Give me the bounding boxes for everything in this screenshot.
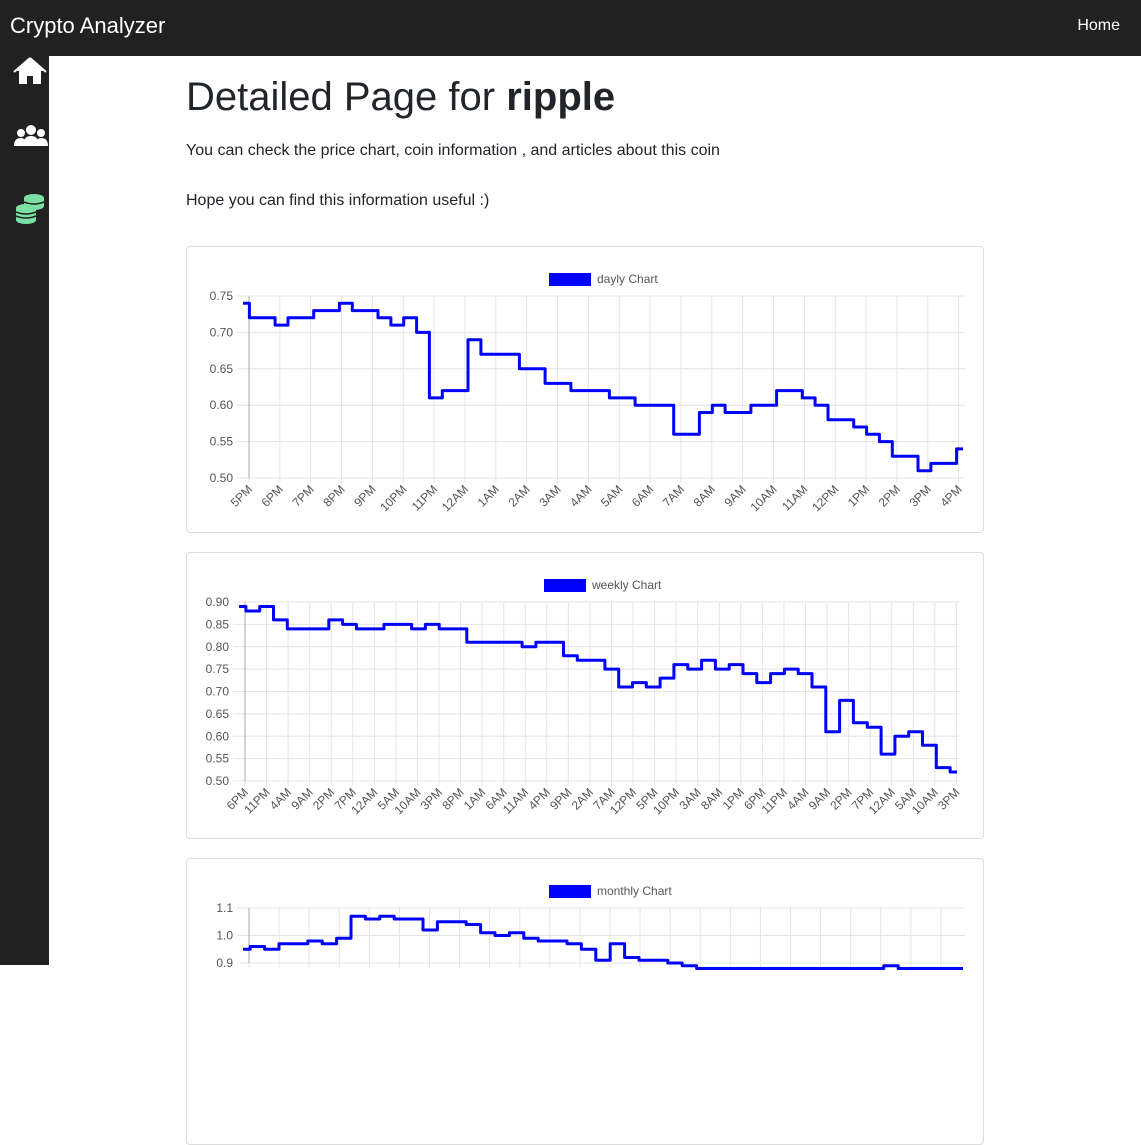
intro-text: You can check the price chart, coin info… xyxy=(186,142,720,159)
x-tick-label: 10PM xyxy=(377,482,409,514)
x-tick-label: 7PM xyxy=(289,482,316,509)
weekly-chart: weekly Chart 0.90 0.85 0.80 0.75 0.70 0.65 0.60… xyxy=(206,578,963,817)
y-tick-label: 0.85 xyxy=(206,617,230,631)
x-tick-label: 7AM xyxy=(660,482,687,509)
x-tick-label: 3PM xyxy=(907,482,934,509)
x-tick-label: 2PM xyxy=(876,482,903,509)
daily-chart-card: dayly Chart 0.75 0.70 0.65 0.60 0.55 0.50 5PM 6P… xyxy=(186,246,984,533)
y-tick-label: 0.90 xyxy=(206,595,230,609)
x-tick-label: 9PM xyxy=(351,482,378,509)
x-tick-label: 9AM xyxy=(721,482,748,509)
x-tick-label: 6AM xyxy=(629,482,656,509)
home-icon[interactable] xyxy=(13,56,49,88)
y-tick-label: 0.9 xyxy=(216,956,233,970)
y-tick-label: 0.75 xyxy=(210,289,234,303)
coins-icon[interactable] xyxy=(13,192,49,224)
x-tick-label: 8AM xyxy=(691,482,718,509)
x-tick-label: 2PM xyxy=(310,785,337,812)
legend-swatch[interactable] xyxy=(549,885,591,898)
x-tick-label: 4AM xyxy=(267,785,294,812)
legend-label[interactable]: monthly Chart xyxy=(597,884,672,898)
x-tick-label: 3PM xyxy=(418,785,445,812)
x-tick-label: 12PM xyxy=(809,482,841,514)
x-tick-label: 5AM xyxy=(598,482,625,509)
price-line-series[interactable] xyxy=(243,914,963,970)
brand-title[interactable]: Crypto Analyzer xyxy=(10,13,165,39)
legend-label[interactable]: weekly Chart xyxy=(591,578,662,592)
x-tick-label: 2AM xyxy=(569,785,596,812)
page-title: Detailed Page for ripple xyxy=(186,75,615,120)
x-tick-label: 1AM xyxy=(475,482,502,509)
daily-chart: dayly Chart 0.75 0.70 0.65 0.60 0.55 0.505PM 6P… xyxy=(210,272,965,514)
y-tick-label: 0.70 xyxy=(210,325,234,339)
price-line-series[interactable] xyxy=(239,605,957,774)
y-tick-label: 1.1 xyxy=(216,901,233,915)
x-tick-label: 3AM xyxy=(536,482,563,509)
y-tick-label: 0.50 xyxy=(210,471,234,485)
price-line-series[interactable] xyxy=(243,301,963,473)
x-tick-label: 9PM xyxy=(547,785,574,812)
y-tick-label: 0.70 xyxy=(206,685,230,699)
x-tick-label: 2AM xyxy=(505,482,532,509)
x-tick-label: 4PM xyxy=(937,482,964,509)
y-tick-label: 1.0 xyxy=(216,929,233,943)
x-tick-label: 3AM xyxy=(676,785,703,812)
x-tick-label: 2PM xyxy=(827,785,854,812)
coin-name: ripple xyxy=(506,75,616,119)
x-tick-label: 6PM xyxy=(259,482,286,509)
y-tick-label: 0.75 xyxy=(206,662,230,676)
x-tick-label: 1AM xyxy=(461,785,488,812)
x-tick-label: 4PM xyxy=(526,785,553,812)
x-tick-label: 11PM xyxy=(409,482,440,513)
x-tick-label: 9AM xyxy=(806,785,833,812)
monthly-chart: monthly Chart 1.1 1.0 0.9 xyxy=(216,884,965,970)
x-tick-label: 5PM xyxy=(228,482,255,509)
nav-home-link[interactable]: Home xyxy=(1077,17,1120,35)
legend-swatch[interactable] xyxy=(544,579,586,592)
y-tick-label: 0.55 xyxy=(206,752,230,766)
monthly-chart-card: monthly Chart 1.1 1.0 0.9 xyxy=(186,858,984,1145)
page-title-prefix: Detailed Page for xyxy=(186,75,496,119)
x-tick-label: 11AM xyxy=(779,482,810,513)
x-tick-label: 4AM xyxy=(567,482,594,509)
top-navbar: Crypto Analyzer Home xyxy=(0,0,1141,56)
users-icon[interactable] xyxy=(13,122,49,154)
legend-label[interactable]: dayly Chart xyxy=(597,272,658,286)
y-tick-label: 0.65 xyxy=(210,362,234,376)
x-tick-label: 4AM xyxy=(784,785,811,812)
sidebar xyxy=(0,56,49,965)
y-tick-label: 0.60 xyxy=(206,729,230,743)
x-tick-label: 12AM xyxy=(439,482,471,514)
y-tick-label: 0.60 xyxy=(210,398,234,412)
y-tick-label: 0.50 xyxy=(206,774,230,788)
y-tick-label: 0.55 xyxy=(210,435,234,449)
legend-swatch[interactable] xyxy=(549,273,591,286)
x-tick-label: 10AM xyxy=(748,482,780,514)
x-tick-label: 3PM xyxy=(935,785,962,812)
y-tick-label: 0.65 xyxy=(206,707,230,721)
weekly-chart-card: weekly Chart 0.90 0.85 0.80 0.75 0.70 0.65 0.60… xyxy=(186,552,984,839)
x-tick-label: 9AM xyxy=(288,785,315,812)
x-tick-label: 1PM xyxy=(845,482,872,509)
x-tick-label: 8PM xyxy=(320,482,347,509)
note-text: Hope you can find this information usefu… xyxy=(186,192,490,209)
y-tick-label: 0.80 xyxy=(206,640,230,654)
x-tick-label: 1PM xyxy=(720,785,747,812)
x-tick-label: 8PM xyxy=(439,785,466,812)
x-tick-label: 8AM xyxy=(698,785,725,812)
